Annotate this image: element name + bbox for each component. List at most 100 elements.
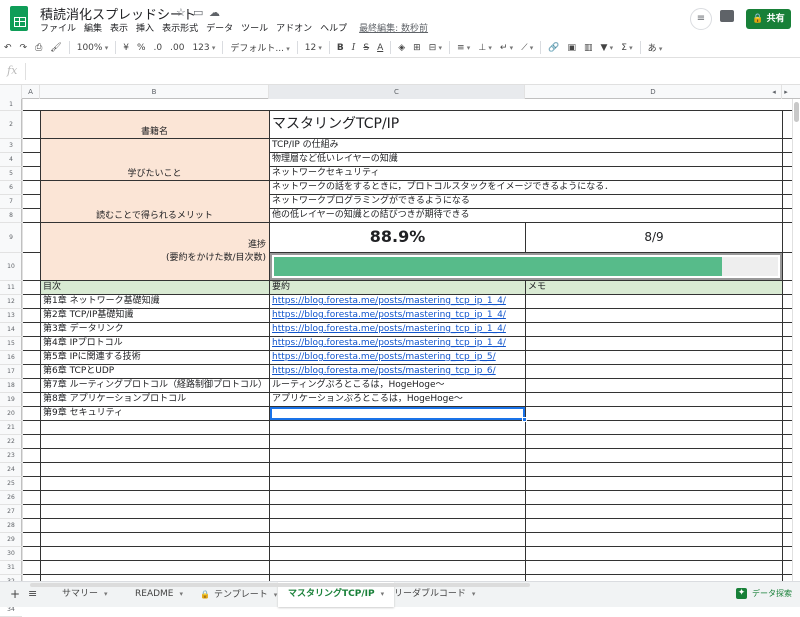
memo-cell[interactable] [526,379,782,392]
undo-icon[interactable]: ↶ [0,43,16,53]
row-header[interactable]: 30 [0,547,22,561]
italic-icon[interactable]: I [348,43,360,53]
row-header[interactable]: 11 [0,281,22,295]
memo-cell[interactable] [526,393,782,406]
row-header[interactable]: 26 [0,491,22,505]
insert-chart-icon[interactable]: ▥ [580,43,597,53]
summary-header[interactable]: 要約 [270,281,525,294]
text-color-icon[interactable]: A [373,43,387,53]
explore-button[interactable]: ✦ データ探索 [736,588,792,599]
share-button[interactable]: 🔒 共有 [746,9,791,29]
input-tools-select[interactable]: あ [644,41,667,54]
strikethrough-icon[interactable]: S [359,43,373,53]
tab-menu-caret-icon[interactable]: ▾ [104,590,108,598]
select-all-corner[interactable] [0,85,22,99]
tab-menu-caret-icon[interactable]: ▾ [472,590,476,598]
menu-4[interactable]: 表示形式 [162,21,198,34]
row-header[interactable]: 4 [0,153,22,167]
fill-handle[interactable] [522,417,527,422]
summary-cell[interactable]: アプリケーションぷろとこるは，HogeHoge〜 [270,393,525,406]
summary-link[interactable]: https://blog.foresta.me/posts/mastering_… [270,295,525,308]
toc-chapter[interactable]: 第4章 IPプロトコル [41,337,269,350]
toc-chapter[interactable]: 第2章 TCP/IP基礎知識 [41,309,269,322]
column-header-b[interactable]: B [40,85,269,99]
progress-fraction[interactable]: 8/9 [526,223,782,252]
row-header[interactable]: 8 [0,209,22,223]
row-header[interactable]: 29 [0,533,22,547]
tab-menu-caret-icon[interactable]: ▾ [179,590,183,598]
toc-chapter[interactable]: 第3章 データリンク [41,323,269,336]
vertical-scroll-thumb[interactable] [794,102,799,122]
summary-cell[interactable]: ルーティングぷろとこるは，HogeHoge〜 [270,379,525,392]
scroll-left-icon[interactable]: ◂ [768,85,780,99]
merge-cells-icon[interactable]: ⊟ [425,43,446,53]
summary-link[interactable]: https://blog.foresta.me/posts/mastering_… [270,323,525,336]
cloud-status-icon[interactable]: ☁ [209,6,220,19]
toc-chapter[interactable]: 第6章 TCPとUDP [41,365,269,378]
row-header[interactable]: 24 [0,463,22,477]
row-header[interactable]: 23 [0,449,22,463]
horizontal-scrollbar[interactable] [30,583,530,587]
row-header[interactable]: 25 [0,477,22,491]
row-header[interactable]: 10 [0,253,22,281]
filter-icon[interactable]: ▼ [597,43,618,53]
redo-icon[interactable]: ↷ [16,43,32,53]
memo-cell[interactable] [526,407,782,420]
learn-item[interactable]: TCP/IP の仕組み [270,139,782,152]
text-rotation-icon[interactable]: ⟋ [517,43,537,53]
vertical-align-icon[interactable]: ⊥ [474,43,496,53]
memo-cell[interactable] [526,295,782,308]
menu-5[interactable]: データ [206,21,233,34]
memo-header[interactable]: メモ [526,281,782,294]
row-header[interactable]: 6 [0,181,22,195]
menu-8[interactable]: ヘルプ [320,21,347,34]
memo-cell[interactable] [526,365,782,378]
fill-color-icon[interactable]: ◈ [394,43,409,53]
merit-item[interactable]: ネットワークプログラミングができるようになる [270,195,782,208]
zoom-select[interactable]: 100% [73,43,112,53]
progress-bar[interactable] [270,253,782,280]
row-header[interactable]: 28 [0,519,22,533]
menu-6[interactable]: ツール [241,21,268,34]
row-header[interactable]: 19 [0,393,22,407]
insert-link-icon[interactable]: 🔗 [544,43,563,53]
summary-link[interactable]: https://blog.foresta.me/posts/mastering_… [270,365,525,378]
sheets-logo-icon[interactable] [10,6,28,31]
move-folder-icon[interactable]: ▭ [193,6,203,19]
sheet-grid[interactable]: 書籍名 マスタリングTCP/IP 学びたいこと TCP/IP の仕組み 物理層など低いレ… [22,99,792,581]
font-select[interactable]: デフォルト... [226,41,293,54]
row-header[interactable]: 7 [0,195,22,209]
row-header[interactable]: 22 [0,435,22,449]
toc-chapter[interactable]: 第7章 ルーティングプロトコル（経路制御プロトコル） [41,379,269,392]
row-header[interactable]: 13 [0,309,22,323]
menu-1[interactable]: 編集 [84,21,102,34]
vertical-scrollbar[interactable] [792,99,800,581]
toc-chapter[interactable]: 第5章 IPに関連する技術 [41,351,269,364]
tab-menu-caret-icon[interactable]: ▾ [274,591,278,599]
learn-item[interactable]: 物理層など低いレイヤーの知識 [270,153,782,166]
row-header[interactable]: 9 [0,223,22,253]
column-header-d[interactable]: D [525,85,782,99]
star-icon[interactable]: ☆ [176,6,186,19]
row-header[interactable]: 20 [0,407,22,421]
borders-icon[interactable]: ⊞ [409,43,425,53]
bold-icon[interactable]: B [333,43,348,53]
currency-format-button[interactable]: ¥ [119,43,133,53]
row-header[interactable]: 14 [0,323,22,337]
functions-icon[interactable]: Σ [617,43,636,53]
column-header-a[interactable]: A [22,85,40,99]
horizontal-align-icon[interactable]: ≡ [453,43,474,53]
merit-item[interactable]: 他の低レイヤーの知識との結びつきが期待できる [270,209,782,222]
add-sheet-icon[interactable]: + [10,587,20,601]
row-header[interactable]: 15 [0,337,22,351]
row-header[interactable]: 27 [0,505,22,519]
row-header[interactable]: 3 [0,139,22,153]
book-title-cell[interactable]: マスタリングTCP/IP [270,111,782,138]
row-header[interactable]: 18 [0,379,22,393]
increase-decimal-button[interactable]: .00 [166,43,188,53]
row-header[interactable]: 31 [0,561,22,575]
font-size-select[interactable]: 12 [301,43,326,53]
more-formats-select[interactable]: 123 [188,43,219,53]
row-header[interactable]: 21 [0,421,22,435]
row-header[interactable]: 12 [0,295,22,309]
